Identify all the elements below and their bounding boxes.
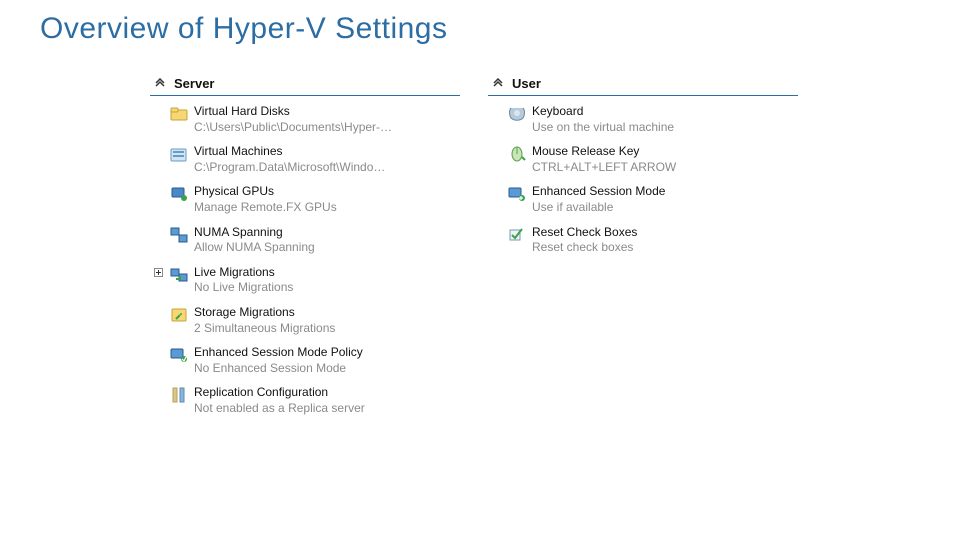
item-sub: No Enhanced Session Mode: [194, 361, 363, 377]
numa-icon: [170, 226, 188, 244]
server-item[interactable]: Live MigrationsNo Live Migrations: [150, 263, 460, 298]
server-item[interactable]: Enhanced Session Mode PolicyNo Enhanced …: [150, 343, 460, 378]
user-item[interactable]: Enhanced Session ModeUse if available: [488, 182, 798, 217]
mouse-icon: [508, 145, 526, 163]
expand-slot: [490, 184, 502, 187]
item-sub: Manage Remote.FX GPUs: [194, 200, 337, 216]
server-item[interactable]: Physical GPUsManage Remote.FX GPUs: [150, 182, 460, 217]
item-sub: C:\Users\Public\Documents\Hyper-…: [194, 120, 392, 136]
storage-icon: [170, 306, 188, 324]
expand-icon[interactable]: [154, 268, 163, 277]
item-sub: Reset check boxes: [532, 240, 637, 256]
expand-slot: [152, 265, 164, 277]
item-label: Enhanced Session Mode: [532, 184, 665, 200]
server-panel: Server Virtual Hard DisksC:\Users\Public…: [150, 74, 460, 419]
expand-slot: [152, 225, 164, 228]
item-sub: No Live Migrations: [194, 280, 293, 296]
expand-slot: [152, 345, 164, 348]
expand-slot: [152, 104, 164, 107]
reset-icon: [508, 226, 526, 244]
user-item[interactable]: Mouse Release KeyCTRL+ALT+LEFT ARROW: [488, 142, 798, 177]
item-sub: Use if available: [532, 200, 665, 216]
expand-slot: [490, 104, 502, 107]
expand-slot: [490, 225, 502, 228]
item-label: Live Migrations: [194, 265, 293, 281]
expand-slot: [152, 385, 164, 388]
user-item[interactable]: Reset Check BoxesReset check boxes: [488, 223, 798, 258]
server-item[interactable]: Virtual MachinesC:\Program.Data\Microsof…: [150, 142, 460, 177]
page-title: Overview of Hyper-V Settings: [0, 0, 960, 46]
expand-slot: [490, 144, 502, 147]
item-label: NUMA Spanning: [194, 225, 315, 241]
expand-slot: [152, 184, 164, 187]
repl-icon: [170, 386, 188, 404]
item-sub: 2 Simultaneous Migrations: [194, 321, 335, 337]
item-label: Storage Migrations: [194, 305, 335, 321]
server-item[interactable]: Virtual Hard DisksC:\Users\Public\Docume…: [150, 102, 460, 137]
collapse-icon: [154, 78, 166, 90]
user-item[interactable]: KeyboardUse on the virtual machine: [488, 102, 798, 137]
gpu-icon: [170, 185, 188, 203]
item-label: Mouse Release Key: [532, 144, 676, 160]
item-label: Replication Configuration: [194, 385, 365, 401]
item-label: Enhanced Session Mode Policy: [194, 345, 363, 361]
item-label: Keyboard: [532, 104, 674, 120]
item-sub: CTRL+ALT+LEFT ARROW: [532, 160, 676, 176]
user-header[interactable]: User: [488, 74, 798, 96]
server-item[interactable]: Replication ConfigurationNot enabled as …: [150, 383, 460, 418]
esm2-icon: [508, 185, 526, 203]
item-sub: C:\Program.Data\Microsoft\Windo…: [194, 160, 385, 176]
expand-slot: [152, 144, 164, 147]
item-sub: Not enabled as a Replica server: [194, 401, 365, 417]
item-sub: Allow NUMA Spanning: [194, 240, 315, 256]
item-label: Virtual Hard Disks: [194, 104, 392, 120]
expand-slot: [152, 305, 164, 308]
server-header-label: Server: [174, 76, 214, 91]
keyboard-icon: [508, 105, 526, 123]
item-label: Reset Check Boxes: [532, 225, 637, 241]
esm-icon: [170, 346, 188, 364]
user-panel: User KeyboardUse on the virtual machine M…: [488, 74, 798, 419]
user-header-label: User: [512, 76, 541, 91]
item-label: Physical GPUs: [194, 184, 337, 200]
server-item[interactable]: Storage Migrations2 Simultaneous Migrati…: [150, 303, 460, 338]
server-header[interactable]: Server: [150, 74, 460, 96]
collapse-icon: [492, 78, 504, 90]
folder2-icon: [170, 145, 188, 163]
live-icon: [170, 266, 188, 284]
server-item[interactable]: NUMA SpanningAllow NUMA Spanning: [150, 223, 460, 258]
item-label: Virtual Machines: [194, 144, 385, 160]
folder-icon: [170, 105, 188, 123]
item-sub: Use on the virtual machine: [532, 120, 674, 136]
